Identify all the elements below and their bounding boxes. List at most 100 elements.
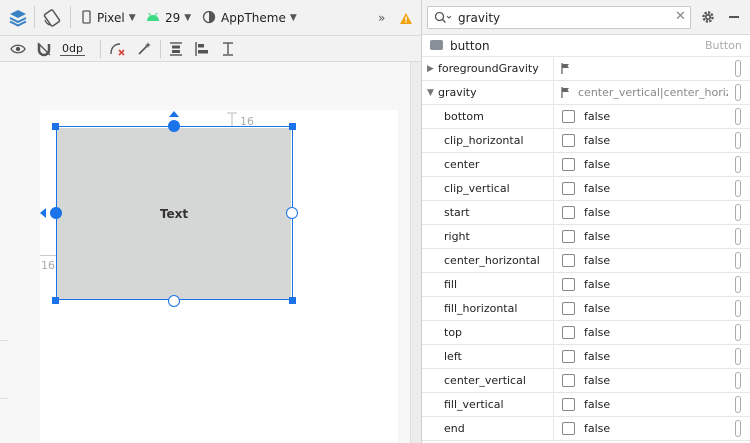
attribute-name: gravity [438,86,477,99]
gravity-flag-row[interactable]: left false [422,345,750,369]
pack-icon[interactable] [168,37,184,61]
flag-checkbox[interactable] [562,326,575,339]
gravity-flag-row[interactable]: center false [422,153,750,177]
gravity-flag-row[interactable]: bottom false [422,105,750,129]
gravity-flag-row[interactable]: fill false [422,273,750,297]
constraint-anchor-top[interactable] [168,120,180,132]
resize-handle-bottom-right[interactable] [289,297,296,304]
magnet-off-icon[interactable] [36,37,52,61]
search-input[interactable] [458,9,658,26]
flag-checkbox[interactable] [562,158,575,171]
clear-constraints-icon[interactable] [109,37,127,61]
resource-picker-button[interactable] [735,396,741,413]
clear-search-icon[interactable]: ✕ [675,9,686,24]
gravity-flag-row[interactable]: fill_vertical false [422,393,750,417]
theme-selector[interactable]: AppTheme ▼ [202,6,297,30]
overflow-button[interactable]: » [378,6,385,30]
flag-checkbox[interactable] [562,182,575,195]
flag-name: fill [444,278,458,291]
expand-arrow-icon[interactable]: ▶ [427,64,434,74]
device-selector[interactable]: Pixel ▼ [82,6,136,30]
resource-picker-button[interactable] [735,420,741,437]
flag-checkbox[interactable] [562,350,575,363]
attributes-panel: ✕ button Button ▶ foregroundGravity ▼ gr… [421,0,750,443]
gravity-flag-row[interactable]: end false [422,417,750,441]
minimize-icon[interactable] [729,16,739,18]
gravity-flag-row[interactable]: center_vertical false [422,369,750,393]
phone-icon [82,9,91,27]
eye-icon[interactable] [10,37,26,61]
resize-handle-top-right[interactable] [289,123,296,130]
flag-name: fill_horizontal [444,302,518,315]
infer-constraints-icon[interactable] [136,37,152,61]
layers-icon[interactable] [8,6,28,30]
flag-checkbox[interactable] [562,374,575,387]
align-icon[interactable] [194,37,210,61]
attribute-value[interactable]: center_vertical|center_horizontal [578,86,728,99]
resource-picker-button[interactable] [735,372,741,389]
flag-name: left [444,350,462,363]
flag-value: false [584,230,611,243]
warning-icon[interactable] [399,6,413,30]
attribute-row-gravity[interactable]: ▼ gravity center_vertical|center_horizon… [422,81,750,105]
gravity-flag-row[interactable]: start false [422,201,750,225]
gravity-flag-row[interactable]: clip_vertical false [422,177,750,201]
resource-picker-button[interactable] [735,180,741,197]
resource-picker-button[interactable] [735,324,741,341]
column-divider [553,105,554,128]
default-margin-button[interactable]: 0dp [60,37,85,61]
collapse-arrow-icon[interactable]: ▼ [427,88,434,98]
resource-picker-button[interactable] [735,252,741,269]
column-divider [553,345,554,368]
canvas-scrollbar[interactable] [410,62,421,443]
gravity-flag-row[interactable]: right false [422,225,750,249]
flag-value: false [584,254,611,267]
button-widget[interactable]: Text [57,128,291,299]
resource-picker-button[interactable] [735,204,741,221]
flag-checkbox[interactable] [562,134,575,147]
resource-picker-button[interactable] [735,156,741,173]
gravity-flag-row[interactable]: clip_horizontal false [422,129,750,153]
guidelines-icon[interactable] [220,37,236,61]
theme-label: AppTheme [221,11,286,25]
search-field[interactable]: ✕ [427,6,691,29]
resource-picker-button[interactable] [735,132,741,149]
orientation-icon[interactable] [42,6,62,30]
attribute-row-foregroundGravity[interactable]: ▶ foregroundGravity [422,57,750,81]
flag-name: clip_vertical [444,182,510,195]
gravity-flag-row[interactable]: top false [422,321,750,345]
constraint-anchor-right[interactable] [286,207,298,219]
flag-value: false [584,158,611,171]
resource-picker-button[interactable] [735,108,741,125]
resource-picker-button[interactable] [735,276,741,293]
api-level-selector[interactable]: 29 ▼ [146,6,191,30]
resource-picker-button[interactable] [735,60,741,77]
column-divider [553,177,554,200]
divider [160,40,161,58]
column-divider [553,273,554,296]
resource-picker-button[interactable] [735,228,741,245]
flag-checkbox[interactable] [562,422,575,435]
flag-name: bottom [444,110,484,123]
constraint-anchor-left[interactable] [50,207,62,219]
gear-icon[interactable] [700,9,716,28]
resource-picker-button[interactable] [735,348,741,365]
resource-picker-button[interactable] [735,84,741,101]
gravity-flag-row[interactable]: fill_horizontal false [422,297,750,321]
flag-checkbox[interactable] [562,230,575,243]
resize-handle-top-left[interactable] [52,123,59,130]
flag-checkbox[interactable] [562,398,575,411]
resize-handle-bottom-left[interactable] [52,297,59,304]
flag-checkbox[interactable] [562,302,575,315]
resource-picker-button[interactable] [735,300,741,317]
gravity-flag-row[interactable]: center_horizontal false [422,249,750,273]
flag-value: false [584,206,611,219]
flag-checkbox[interactable] [562,254,575,267]
column-divider [553,57,554,80]
flag-checkbox[interactable] [562,278,575,291]
constraint-anchor-bottom[interactable] [168,295,180,307]
search-bar: ✕ [422,0,750,35]
design-toolbar: Pixel ▼ 29 ▼ AppTheme ▼ » [0,0,421,36]
flag-checkbox[interactable] [562,110,575,123]
flag-checkbox[interactable] [562,206,575,219]
